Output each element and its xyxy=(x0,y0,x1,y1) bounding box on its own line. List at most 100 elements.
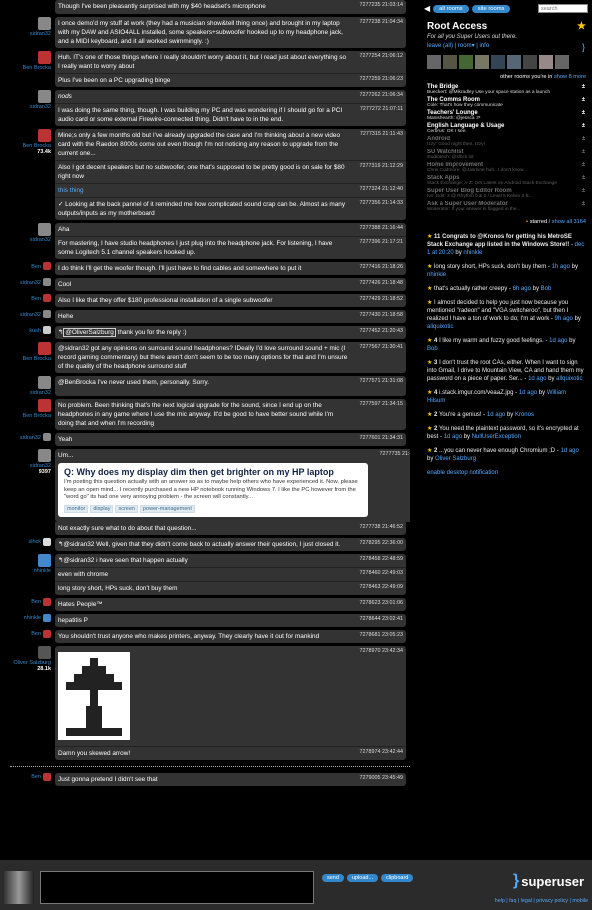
tab-site-rooms[interactable]: site rooms xyxy=(471,4,511,13)
starred-item[interactable]: ★ 2 You need the plaintext password, so … xyxy=(420,422,592,444)
avatar[interactable] xyxy=(43,278,51,286)
starred-item[interactable]: ★ 11 Congrats to @Kronos for getting his… xyxy=(420,230,592,260)
user-signature[interactable]: Oliver Salzburg 28.1k xyxy=(0,645,55,760)
chat-message[interactable]: Damn you skewed arrow! 7278974 23:42:44 xyxy=(55,747,406,760)
message-timestamp[interactable]: 7277259 21:06:23 xyxy=(348,76,403,85)
message-timestamp[interactable]: 7278644 23:02:41 xyxy=(348,616,403,625)
message-timestamp[interactable]: 7277430 21:18:58 xyxy=(348,312,403,321)
message-timestamp[interactable]: 7277452 21:20:43 xyxy=(348,328,403,337)
avatar[interactable] xyxy=(38,17,51,30)
show-more-link[interactable]: show 8 more xyxy=(554,74,586,80)
message-timestamp[interactable]: 7277738 21:46:52 xyxy=(348,524,403,533)
starred-time[interactable]: 1d ago xyxy=(549,338,567,344)
leave-room-icon[interactable]: ± xyxy=(582,110,585,116)
leave-room-icon[interactable]: ± xyxy=(582,201,585,207)
leave-room-icon[interactable]: ± xyxy=(582,162,585,168)
message-timestamp[interactable]: 7277396 21:17:21 xyxy=(348,239,403,257)
chat-message[interactable]: long story short, HPs suck, don't buy th… xyxy=(55,582,406,595)
chat-message[interactable]: ✓ Looking at the back pannel of it remin… xyxy=(55,198,406,220)
room-user-avatar[interactable] xyxy=(539,55,553,69)
starred-item[interactable]: ★ long story short, HPs suck, don't buy … xyxy=(420,260,592,282)
message-timestamp[interactable]: 7277324 21:12:40 xyxy=(348,186,403,195)
avatar[interactable] xyxy=(38,449,51,462)
chat-message[interactable]: even with chrome 7278460 22:49:03 xyxy=(55,568,406,582)
starred-time[interactable]: 1d ago xyxy=(528,376,546,382)
star-icon[interactable]: ★ xyxy=(427,412,434,418)
starred-item[interactable]: ★ 4 I like my warm and fuzzy good feelin… xyxy=(420,334,592,356)
avatar[interactable] xyxy=(38,645,51,659)
message-timestamp[interactable]: 7278463 22:49:09 xyxy=(348,584,403,593)
starred-time[interactable]: 9h ago xyxy=(555,316,573,322)
username[interactable]: slhck xyxy=(28,539,41,545)
star-icon[interactable]: ★ xyxy=(427,390,434,396)
chat-message[interactable]: Aha 7277388 21:16:44 xyxy=(55,223,406,237)
username[interactable]: Ben xyxy=(31,631,41,637)
room-user-avatar[interactable] xyxy=(443,55,457,69)
starred-author[interactable]: Bob xyxy=(427,346,438,352)
message-timestamp[interactable]: 7277315 21:11:43 xyxy=(348,131,403,158)
starred-author[interactable]: allquixotic xyxy=(556,376,582,382)
chat-message[interactable]: I do think I'll get the woofer though. I… xyxy=(55,262,406,275)
user-signature[interactable]: sidran32 xyxy=(0,90,55,126)
username[interactable]: sidran32 xyxy=(20,435,41,441)
message-input[interactable] xyxy=(40,871,314,904)
tag[interactable]: power-management xyxy=(139,504,195,513)
username[interactable]: Ben Brocka xyxy=(0,356,51,362)
avatar[interactable] xyxy=(38,129,51,142)
user-signature[interactable]: nhinkle xyxy=(0,613,55,627)
starred-author[interactable]: Bob xyxy=(541,286,552,292)
starred-author[interactable]: Kronos xyxy=(515,412,534,418)
user-signature[interactable]: sidran32 xyxy=(0,278,55,291)
room-user-avatar[interactable] xyxy=(427,55,441,69)
arrow-image[interactable] xyxy=(58,651,130,740)
tag[interactable]: monitor xyxy=(64,504,89,513)
username[interactable]: sidran32 xyxy=(0,237,51,243)
user-signature[interactable]: sidran32 xyxy=(0,376,55,396)
user-signature[interactable]: Ben xyxy=(0,294,55,307)
username[interactable]: nhinkle xyxy=(24,615,41,621)
avatar[interactable] xyxy=(43,310,51,318)
room-user-avatar[interactable] xyxy=(475,55,489,69)
leave-room-icon[interactable]: ± xyxy=(582,123,585,129)
chat-message[interactable]: For mastering, I have studio headphones … xyxy=(55,237,406,259)
leave-room-icon[interactable]: ± xyxy=(582,149,585,155)
star-icon[interactable]: ★ xyxy=(427,300,434,306)
message-timestamp[interactable]: 7277356 21:14:33 xyxy=(348,200,403,218)
starred-item[interactable]: ★ I almost decided to help you just now … xyxy=(420,296,592,334)
chat-message[interactable]: nods 7277262 21:06:34 xyxy=(55,90,406,104)
username[interactable]: nhinkle xyxy=(0,568,51,574)
chat-message[interactable]: ↰@sidran32 i have seen that happen actua… xyxy=(55,554,406,568)
chat-message[interactable]: this thing 7277324 21:12:40 xyxy=(55,184,406,198)
avatar[interactable] xyxy=(43,537,51,546)
room-item[interactable]: Home Improvement ± Chris Cudmore: @Jasmine… xyxy=(420,161,592,174)
message-timestamp[interactable]: 7278974 23:42:44 xyxy=(348,749,403,758)
chat-message[interactable]: Hehe 7277430 21:18:58 xyxy=(55,310,406,323)
username[interactable]: sidran32 xyxy=(20,280,41,286)
starred-item[interactable]: ★ 4 i.stack.imgur.com/veaaZ.jpg - 1d ago… xyxy=(420,386,592,408)
speaker-icon[interactable]: ◀ xyxy=(424,4,430,13)
user-signature[interactable]: sidran32 xyxy=(0,223,55,259)
starred-author[interactable]: nhinkle xyxy=(463,250,482,256)
message-timestamp[interactable]: 7277262 21:06:34 xyxy=(348,92,403,101)
chat-message[interactable]: @BenBrocka I've never used them, persona… xyxy=(55,376,406,389)
username[interactable]: sidran32 xyxy=(0,31,51,37)
avatar[interactable] xyxy=(43,613,51,622)
avatar[interactable] xyxy=(43,294,51,302)
user-signature[interactable]: Ben Brocka xyxy=(0,342,55,373)
star-icon[interactable]: ★ xyxy=(427,286,434,292)
chat-message[interactable]: Though I've been pleasantly surprised wi… xyxy=(55,0,406,13)
leave-room-icon[interactable]: ± xyxy=(582,97,585,103)
room-item[interactable]: Stack Apps ± Stack Exchange: A-Z: Get Late… xyxy=(420,174,592,187)
star-icon[interactable]: ★ xyxy=(427,426,434,432)
chat-message[interactable]: Also I got decent speakers but no subwoo… xyxy=(55,161,406,184)
chat-message[interactable]: 7278970 23:42:34 xyxy=(55,646,406,747)
tag[interactable]: display xyxy=(90,504,114,513)
leave-room-icon[interactable]: ± xyxy=(582,84,585,90)
leave-room-icon[interactable]: ± xyxy=(582,136,585,142)
starred-item[interactable]: ★ 3 I don't trust the root CAs, either. … xyxy=(420,356,592,386)
chat-message[interactable]: @sidran32 got any opinions on surround s… xyxy=(55,342,406,373)
star-icon[interactable]: ★ xyxy=(577,21,586,32)
message-timestamp[interactable]: 7279005 23:45:49 xyxy=(348,775,403,784)
star-icon[interactable]: ★ xyxy=(427,264,434,270)
tag[interactable]: screen xyxy=(115,504,138,513)
